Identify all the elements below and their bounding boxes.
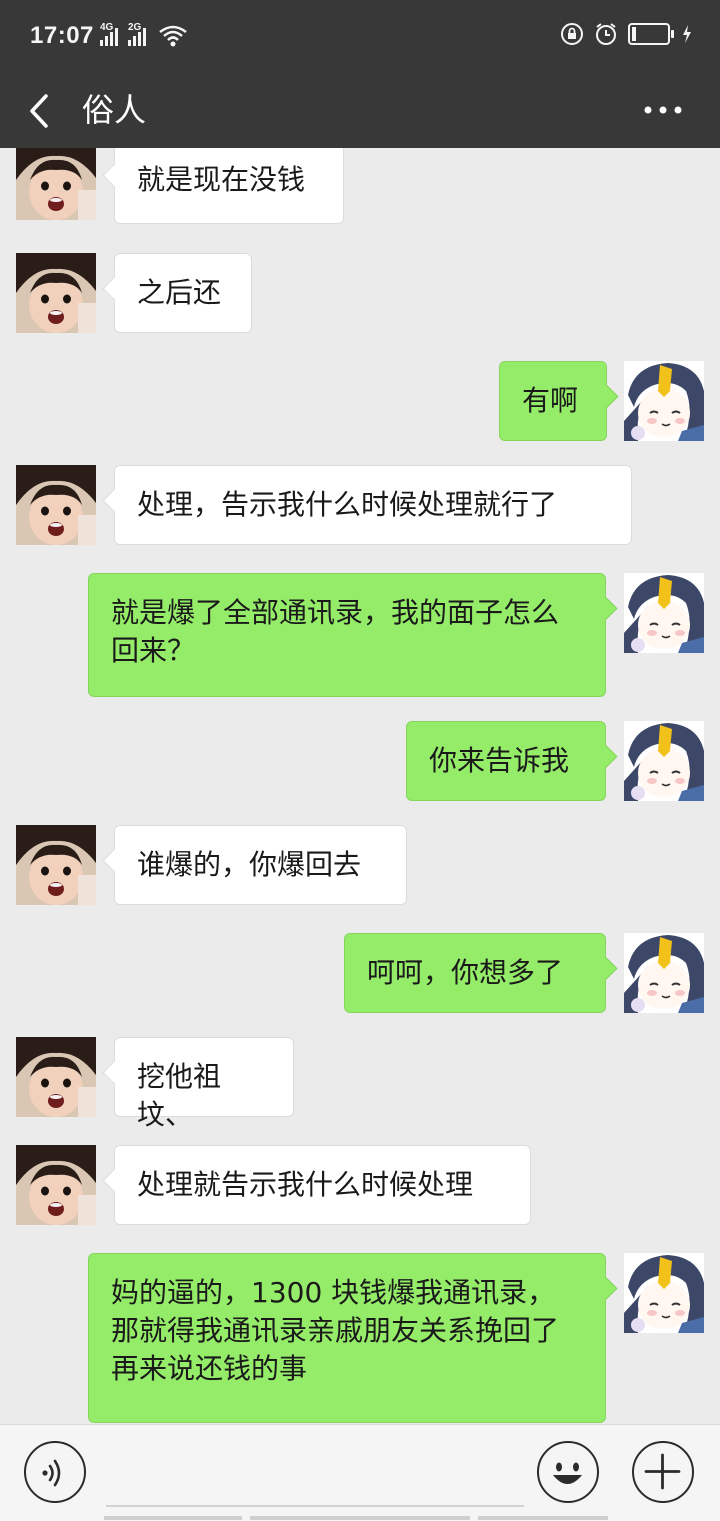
contact-avatar[interactable] xyxy=(16,1037,96,1117)
message-bubble[interactable]: 谁爆的，你爆回去 xyxy=(114,825,407,905)
signal-4g-icon: 4G xyxy=(100,22,118,46)
my-avatar[interactable] xyxy=(624,1253,704,1333)
message-bubble[interactable]: 有啊 xyxy=(499,361,607,441)
nav-hint xyxy=(104,1516,242,1520)
nav-hint xyxy=(478,1516,608,1520)
emoji-button[interactable] xyxy=(537,1441,599,1503)
chat-header: 俗人 xyxy=(0,72,720,148)
charging-icon xyxy=(683,25,691,43)
chat-title: 俗人 xyxy=(82,91,147,129)
message-bubble[interactable]: 就是现在没钱 xyxy=(114,148,344,224)
message-bubble[interactable]: 就是爆了全部通讯录，我的面子怎么回来？ xyxy=(88,573,606,697)
received-message: 处理，告示我什么时候处理就行了 xyxy=(0,465,720,545)
input-bar xyxy=(0,1424,720,1521)
received-message: 处理就告示我什么时候处理 xyxy=(0,1145,720,1225)
contact-avatar[interactable] xyxy=(16,1145,96,1225)
voice-icon xyxy=(42,1459,61,1487)
more-dots-icon xyxy=(644,106,682,114)
lock-rotation-icon xyxy=(561,23,583,45)
nav-hint xyxy=(250,1516,470,1520)
my-avatar[interactable] xyxy=(624,361,704,441)
status-time: 17:07 xyxy=(30,22,94,49)
message-bubble[interactable]: 呵呵，你想多了 xyxy=(344,933,606,1013)
sent-message: 你来告诉我 xyxy=(0,721,720,801)
add-button[interactable] xyxy=(632,1441,694,1503)
wifi-icon xyxy=(159,25,187,47)
message-bubble[interactable]: 挖他祖坟、 xyxy=(114,1037,294,1131)
signal-2g-icon: 2G xyxy=(128,22,146,46)
received-message: 之后还 xyxy=(0,253,720,333)
contact-avatar[interactable] xyxy=(16,253,96,333)
message-input[interactable] xyxy=(106,1439,524,1507)
battery-icon xyxy=(628,23,674,45)
alarm-icon xyxy=(596,23,616,45)
emoji-icon xyxy=(553,1462,582,1484)
sent-message: 有啊 xyxy=(0,361,720,441)
received-message: 就是现在没钱 xyxy=(0,148,720,224)
status-right-icons xyxy=(560,22,692,46)
message-bubble[interactable]: 你来告诉我 xyxy=(406,721,606,801)
received-message: 谁爆的，你爆回去 xyxy=(0,825,720,905)
message-bubble[interactable]: 之后还 xyxy=(114,253,252,333)
message-bubble[interactable]: 处理就告示我什么时候处理 xyxy=(114,1145,531,1225)
status-bar: 17:07 4G 2G xyxy=(0,0,720,72)
chat-area[interactable]: 就是现在没钱 之后还 有啊 处理，告示我什么时候处理就行了 就是爆了全部通讯录，… xyxy=(0,148,720,1424)
back-button[interactable] xyxy=(22,84,72,136)
more-button[interactable] xyxy=(640,90,690,130)
contact-avatar[interactable] xyxy=(16,465,96,545)
my-avatar[interactable] xyxy=(624,933,704,1013)
contact-avatar[interactable] xyxy=(16,825,96,905)
my-avatar[interactable] xyxy=(624,573,704,653)
sent-message: 呵呵，你想多了 xyxy=(0,933,720,1013)
sent-message: 妈的逼的，1300 块钱爆我通讯录，那就得我通讯录亲戚朋友关系挽回了再来说还钱的… xyxy=(0,1253,720,1423)
contact-avatar[interactable] xyxy=(16,148,96,220)
message-bubble[interactable]: 妈的逼的，1300 块钱爆我通讯录，那就得我通讯录亲戚朋友关系挽回了再来说还钱的… xyxy=(88,1253,606,1423)
plus-icon xyxy=(644,1453,681,1490)
my-avatar[interactable] xyxy=(624,721,704,801)
voice-button[interactable] xyxy=(24,1441,86,1503)
message-bubble[interactable]: 处理，告示我什么时候处理就行了 xyxy=(114,465,632,545)
received-message: 挖他祖坟、 xyxy=(0,1037,720,1131)
sent-message: 就是爆了全部通讯录，我的面子怎么回来？ xyxy=(0,573,720,697)
chevron-left-icon xyxy=(30,94,48,128)
